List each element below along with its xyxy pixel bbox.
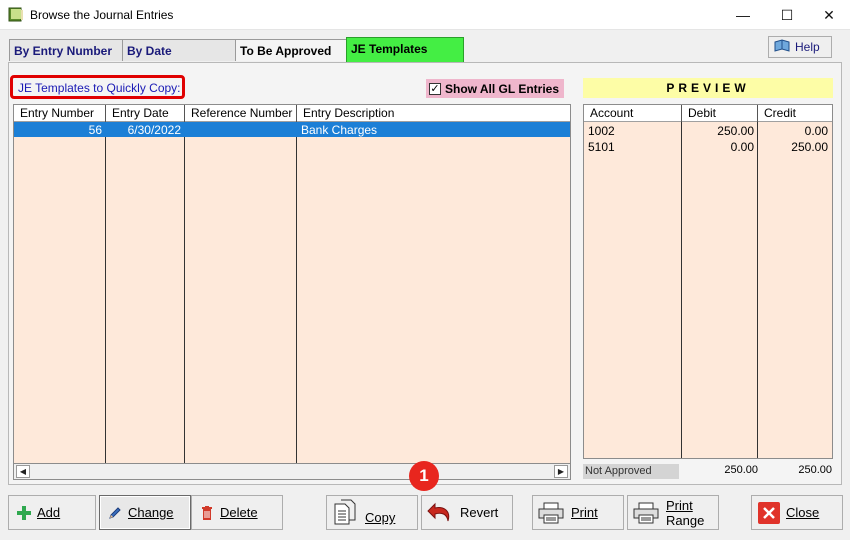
printer-icon bbox=[632, 502, 660, 524]
scroll-left-icon[interactable]: ◀ bbox=[16, 465, 30, 478]
templates-label: JE Templates to Quickly Copy: bbox=[10, 75, 185, 99]
column-divider bbox=[296, 122, 297, 463]
show-all-label: Show All GL Entries bbox=[445, 81, 560, 96]
preview-header: Account Debit Credit bbox=[584, 105, 832, 122]
delete-label: Delete bbox=[220, 505, 258, 520]
undo-arrow-icon bbox=[426, 502, 454, 524]
column-header-entry-description[interactable]: Entry Description bbox=[297, 105, 570, 122]
preview-debit: 250.00 bbox=[717, 124, 754, 138]
maximize-button[interactable]: ☐ bbox=[764, 0, 810, 30]
trash-icon bbox=[196, 502, 218, 524]
help-button[interactable]: Help bbox=[768, 36, 832, 58]
preview-account: 1002 bbox=[588, 124, 615, 138]
help-book-icon bbox=[773, 38, 791, 56]
table-row[interactable]: 56 6/30/2022 Bank Charges bbox=[14, 122, 570, 137]
close-label: Close bbox=[786, 505, 820, 520]
preview-row: 5101 0.00 250.00 bbox=[584, 139, 832, 154]
print-range-button[interactable]: Print Range bbox=[627, 495, 719, 530]
window-title: Browse the Journal Entries bbox=[30, 8, 174, 22]
close-button[interactable]: Close bbox=[751, 495, 843, 530]
book-icon bbox=[8, 7, 24, 22]
tab-label: To Be Approved bbox=[240, 44, 332, 58]
preview-column-account: Account bbox=[584, 105, 682, 122]
cell-entry-number: 56 bbox=[88, 123, 102, 137]
tab-label: By Entry Number bbox=[14, 44, 113, 58]
total-credit: 250.00 bbox=[798, 464, 832, 476]
column-divider bbox=[105, 122, 106, 463]
printer-icon bbox=[537, 502, 565, 524]
show-all-gl-entries-checkbox[interactable]: ✓ Show All GL Entries bbox=[426, 79, 564, 98]
preview-footer: Not Approved 250.00 250.00 bbox=[583, 462, 833, 480]
minimize-button[interactable]: — bbox=[720, 0, 766, 30]
help-label: Help bbox=[795, 40, 820, 54]
copy-label: Copy bbox=[365, 510, 396, 525]
maximize-icon: ☐ bbox=[780, 6, 794, 23]
status-badge: Not Approved bbox=[583, 464, 679, 479]
preview-credit: 0.00 bbox=[804, 124, 828, 138]
print-range-line-1: Print bbox=[666, 497, 693, 513]
tab-label: JE Templates bbox=[351, 42, 428, 56]
preview-account: 5101 bbox=[588, 140, 615, 154]
cell-reference-number bbox=[185, 122, 296, 137]
templates-grid[interactable]: Entry Number Entry Date Reference Number… bbox=[13, 104, 571, 464]
scroll-right-icon[interactable]: ▶ bbox=[554, 465, 568, 478]
grid-header: Entry Number Entry Date Reference Number… bbox=[14, 105, 570, 122]
revert-label: Revert bbox=[460, 505, 499, 520]
preview-credit: 250.00 bbox=[791, 140, 828, 154]
preview-grid: Account Debit Credit 1002 250.00 0.00 51… bbox=[583, 104, 833, 459]
close-x-icon bbox=[758, 501, 780, 524]
print-range-label: Print Range bbox=[666, 498, 704, 528]
title-bar: Browse the Journal Entries — ☐ ✕ bbox=[0, 0, 850, 30]
tab-by-entry-number[interactable]: By Entry Number bbox=[9, 39, 123, 61]
add-button[interactable]: Add bbox=[8, 495, 96, 530]
tab-je-templates[interactable]: JE Templates bbox=[346, 37, 464, 62]
step-callout-badge: 1 bbox=[409, 461, 439, 491]
cell-entry-date: 6/30/2022 bbox=[127, 123, 181, 137]
minimize-icon: — bbox=[736, 7, 750, 23]
tab-to-be-approved[interactable]: To Be Approved bbox=[235, 39, 349, 61]
column-divider bbox=[184, 122, 185, 463]
checkbox-check-icon[interactable]: ✓ bbox=[429, 82, 441, 95]
change-label: Change bbox=[128, 505, 174, 520]
add-label: Add bbox=[37, 505, 61, 520]
preview-debit: 0.00 bbox=[730, 140, 754, 154]
preview-column-debit: Debit bbox=[682, 105, 758, 122]
column-header-entry-number[interactable]: Entry Number bbox=[14, 105, 106, 122]
column-header-reference-number[interactable]: Reference Number bbox=[185, 105, 297, 122]
print-range-line-2: Range bbox=[666, 512, 705, 528]
change-button[interactable]: Change bbox=[99, 495, 191, 530]
delete-button[interactable]: Delete bbox=[191, 495, 283, 530]
preview-title: PREVIEW bbox=[583, 78, 833, 98]
print-button[interactable]: Print bbox=[532, 495, 624, 530]
tab-label: By Date bbox=[127, 44, 172, 58]
plus-icon bbox=[13, 502, 35, 524]
pencil-icon bbox=[104, 502, 126, 524]
revert-button[interactable]: Revert bbox=[421, 495, 513, 530]
close-window-button[interactable]: ✕ bbox=[806, 0, 850, 30]
print-label: Print bbox=[571, 505, 598, 520]
preview-column-credit: Credit bbox=[764, 106, 797, 120]
cell-description: Bank Charges bbox=[301, 123, 378, 137]
copy-document-icon bbox=[333, 499, 359, 527]
close-icon: ✕ bbox=[823, 6, 835, 23]
preview-row: 1002 250.00 0.00 bbox=[584, 123, 832, 138]
tab-by-date[interactable]: By Date bbox=[122, 39, 236, 61]
copy-button[interactable]: Copy bbox=[326, 495, 418, 530]
column-divider bbox=[757, 122, 758, 458]
column-header-entry-date[interactable]: Entry Date bbox=[106, 105, 185, 122]
column-divider bbox=[681, 122, 682, 458]
total-debit: 250.00 bbox=[724, 464, 758, 476]
horizontal-scrollbar[interactable]: ◀ ▶ bbox=[13, 464, 571, 480]
